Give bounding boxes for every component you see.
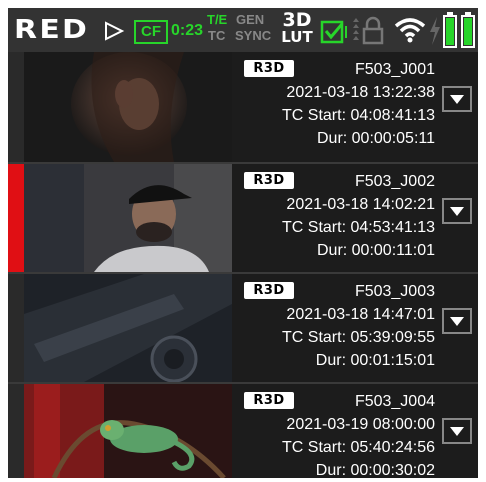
clip-tc-start: TC Start: 05:40:24:56 — [282, 439, 435, 456]
clip-name: F503_J003 — [354, 283, 435, 300]
chevron-down-icon — [450, 95, 464, 104]
clip-name: F503_J004 — [354, 393, 435, 410]
clip-thumbnail[interactable] — [24, 164, 232, 274]
clip-info: R3D F503_J001 2021-03-18 13:22:38 TC Sta… — [232, 52, 478, 162]
chevron-down-icon — [450, 207, 464, 216]
clip-thumbnail[interactable] — [24, 384, 232, 478]
genlock-sync[interactable]: SYNC — [235, 29, 271, 43]
clip-row[interactable]: R3D F503_J001 2021-03-18 13:22:38 TC Sta… — [8, 52, 478, 162]
lock-icon[interactable] — [350, 16, 390, 46]
lightning-icon — [430, 17, 440, 45]
clip-menu-button[interactable] — [442, 418, 472, 444]
checkbox-checked-icon[interactable] — [320, 18, 350, 44]
chevron-down-icon — [450, 427, 464, 436]
selection-indicator — [8, 52, 24, 162]
red-play-arrow-icon — [105, 21, 125, 41]
camera-screen: RED CF 0:23 T/E TC GEN SYNC 3D LUT R3D F… — [8, 8, 478, 478]
clip-info: R3D F503_J002 2021-03-18 14:02:21 TC Sta… — [232, 164, 478, 274]
clip-duration: Dur: 00:01:15:01 — [315, 352, 435, 369]
selection-indicator — [8, 164, 24, 274]
status-bar: RED CF 0:23 T/E TC GEN SYNC 3D LUT — [8, 8, 478, 52]
media-indicator[interactable]: CF — [134, 20, 168, 44]
clip-date: 2021-03-18 14:47:01 — [286, 306, 435, 323]
red-logo: RED — [14, 15, 90, 45]
clip-name: F503_J002 — [354, 173, 435, 190]
timecode-mode-tc[interactable]: TC — [208, 29, 225, 43]
clip-tc-start: TC Start: 05:39:09:55 — [282, 329, 435, 346]
clip-info: R3D F503_J004 2021-03-19 08:00:00 TC Sta… — [232, 384, 478, 478]
clip-date: 2021-03-19 08:00:00 — [286, 416, 435, 433]
clip-date: 2021-03-18 13:22:38 — [286, 84, 435, 101]
clip-row[interactable]: R3D F503_J003 2021-03-18 14:47:01 TC Sta… — [8, 274, 478, 384]
selection-indicator — [8, 274, 24, 384]
genlock-gen[interactable]: GEN — [236, 13, 264, 27]
clip-tc-start: TC Start: 04:53:41:13 — [282, 219, 435, 236]
clip-menu-button[interactable] — [442, 86, 472, 112]
clip-name: F503_J001 — [354, 61, 435, 78]
clip-duration: Dur: 00:00:05:11 — [316, 130, 435, 147]
timecode-mode-te[interactable]: T/E — [207, 13, 227, 27]
clip-duration: Dur: 00:00:30:02 — [315, 462, 435, 478]
format-badge: R3D — [244, 60, 294, 77]
lut-label[interactable]: LUT — [281, 29, 313, 45]
media-remaining-time: 0:23 — [171, 22, 204, 39]
clip-thumbnail[interactable] — [24, 52, 232, 162]
clip-duration: Dur: 00:00:11:01 — [316, 242, 435, 259]
battery-icon[interactable] — [442, 11, 478, 49]
clip-row[interactable]: R3D F503_J002 2021-03-18 14:02:21 TC Sta… — [8, 164, 478, 274]
clip-tc-start: TC Start: 04:08:41:13 — [282, 107, 435, 124]
clip-menu-button[interactable] — [442, 308, 472, 334]
clip-info: R3D F503_J003 2021-03-18 14:47:01 TC Sta… — [232, 274, 478, 384]
clip-row[interactable]: R3D F503_J004 2021-03-19 08:00:00 TC Sta… — [8, 384, 478, 478]
format-badge: R3D — [244, 392, 294, 409]
clip-thumbnail[interactable] — [24, 274, 232, 384]
clip-list[interactable]: R3D F503_J001 2021-03-18 13:22:38 TC Sta… — [8, 52, 478, 478]
wifi-icon[interactable] — [394, 16, 426, 44]
format-badge: R3D — [244, 172, 294, 189]
selection-indicator — [8, 384, 24, 478]
clip-menu-button[interactable] — [442, 198, 472, 224]
clip-date: 2021-03-18 14:02:21 — [286, 196, 435, 213]
format-badge: R3D — [244, 282, 294, 299]
lut-3d-label[interactable]: 3D — [281, 11, 313, 30]
chevron-down-icon — [450, 317, 464, 326]
